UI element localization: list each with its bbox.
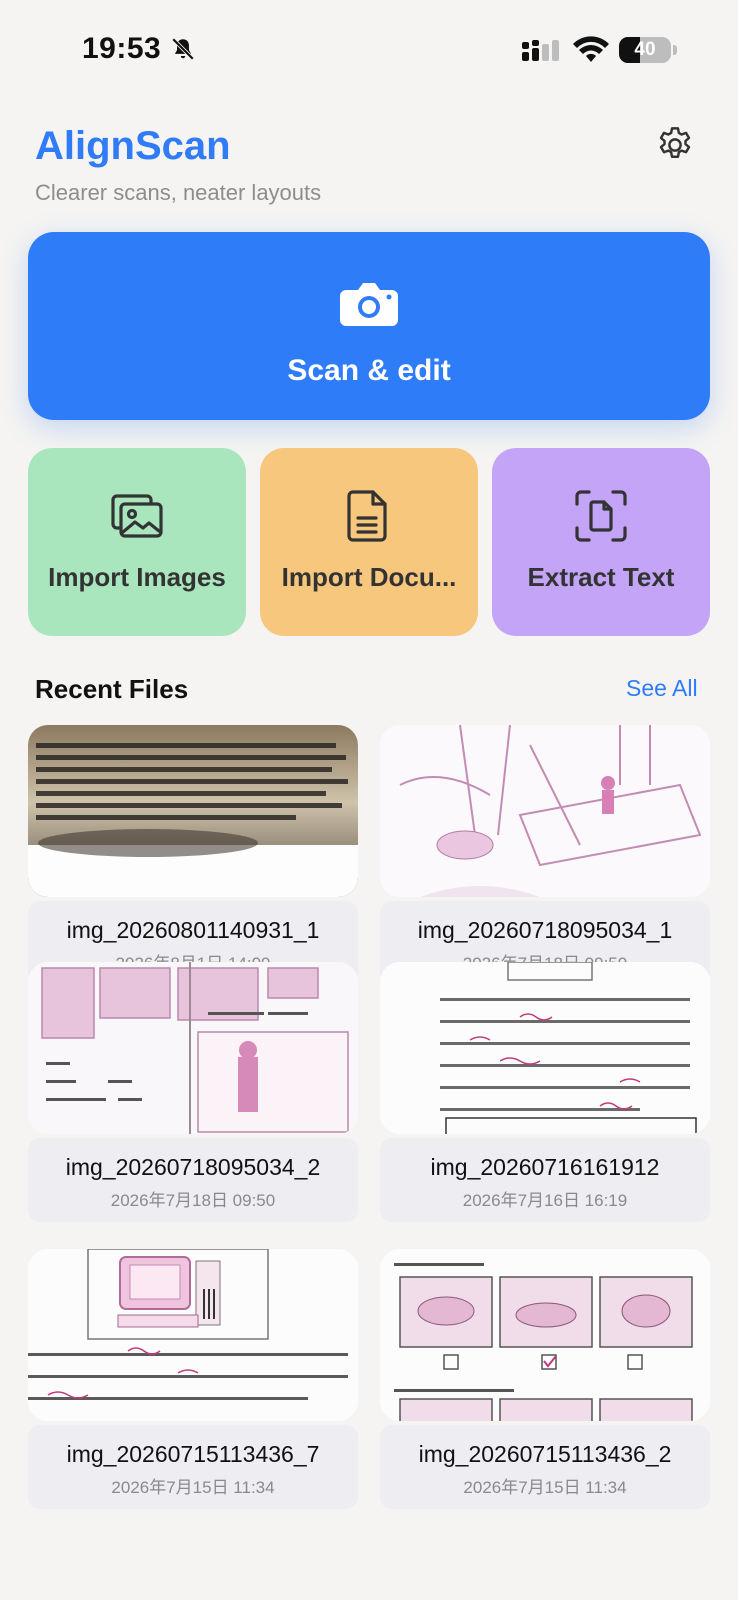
signal-icon bbox=[522, 40, 559, 61]
battery-tip bbox=[673, 45, 677, 55]
images-icon bbox=[111, 494, 163, 538]
status-time: 19:53 bbox=[82, 32, 162, 65]
file-thumbnail bbox=[380, 725, 710, 897]
file-info: img_20260718095034_2 2026年7月18日 09:50 bbox=[28, 1138, 358, 1222]
file-name: img_20260718095034_1 bbox=[417, 917, 673, 943]
extract-text-button[interactable]: Extract Text bbox=[492, 448, 710, 636]
file-info: img_20260716161912 2026年7月16日 16:19 bbox=[380, 1138, 710, 1222]
file-name: img_20260801140931_1 bbox=[66, 917, 320, 943]
file-date: 2026年7月16日 16:19 bbox=[462, 1191, 628, 1210]
file-thumbnail bbox=[28, 962, 358, 1134]
app-subtitle: Clearer scans, neater layouts bbox=[35, 180, 322, 205]
status-bar: 19:53 40 bbox=[0, 0, 738, 100]
file-info: img_20260715113436_2 2026年7月15日 11:34 bbox=[380, 1425, 710, 1509]
scan-edit-label: Scan & edit bbox=[287, 354, 451, 387]
file-name: img_20260715113436_2 bbox=[418, 1441, 672, 1467]
recent-files-heading: Recent Files bbox=[35, 674, 189, 704]
file-name: img_20260716161912 bbox=[430, 1154, 660, 1180]
wifi-icon bbox=[573, 36, 609, 62]
file-thumbnail bbox=[380, 1249, 710, 1421]
app-title: AlignScan bbox=[35, 124, 231, 168]
battery-level: 40 bbox=[634, 39, 656, 60]
file-date: 2026年7月15日 11:34 bbox=[463, 1478, 627, 1497]
text-scan-icon bbox=[575, 490, 627, 542]
file-name: img_20260718095034_2 bbox=[65, 1154, 321, 1180]
bell-slash-icon bbox=[171, 37, 195, 61]
import-documents-button[interactable]: Import Docu... bbox=[260, 448, 478, 636]
file-thumbnail bbox=[28, 1249, 358, 1421]
import-images-button[interactable]: Import Images bbox=[28, 448, 246, 636]
extract-text-label: Extract Text bbox=[527, 562, 675, 592]
import-documents-label: Import Docu... bbox=[281, 562, 457, 592]
file-name: img_20260715113436_7 bbox=[66, 1441, 320, 1467]
scan-edit-button[interactable]: Scan & edit bbox=[28, 232, 710, 420]
see-all-link[interactable]: See All bbox=[626, 675, 698, 702]
document-icon bbox=[347, 490, 387, 542]
gear-icon[interactable] bbox=[654, 124, 696, 166]
file-date: 2026年7月15日 11:34 bbox=[111, 1478, 275, 1497]
battery-icon: 40 bbox=[619, 37, 671, 63]
file-thumbnail bbox=[28, 725, 358, 897]
file-date: 2026年7月18日 09:50 bbox=[110, 1191, 276, 1210]
file-info: img_20260715113436_7 2026年7月15日 11:34 bbox=[28, 1425, 358, 1509]
import-images-label: Import Images bbox=[48, 562, 226, 592]
file-thumbnail bbox=[380, 962, 710, 1134]
camera-icon bbox=[340, 283, 398, 326]
